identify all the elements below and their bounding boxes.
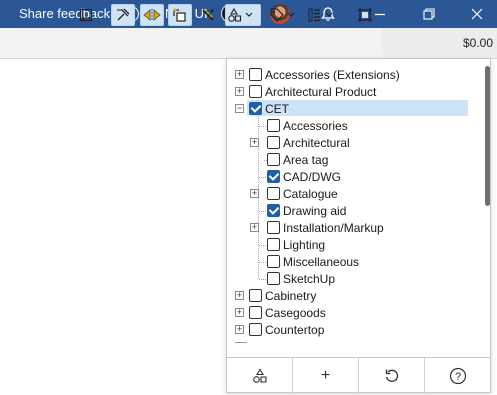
checkbox[interactable] xyxy=(267,238,280,251)
checkbox[interactable] xyxy=(267,221,280,234)
collapse-toggle[interactable]: − xyxy=(235,104,244,113)
checkbox[interactable] xyxy=(249,289,262,302)
tree-item-label[interactable]: Miscellaneous xyxy=(283,255,359,269)
checkbox[interactable] xyxy=(267,187,280,200)
total-price: $0.00 xyxy=(462,36,493,50)
expand-toggle[interactable]: + xyxy=(235,291,244,300)
help-icon: ? xyxy=(449,367,466,384)
expand-toggle[interactable]: + xyxy=(235,308,244,317)
book-icon[interactable] xyxy=(75,4,97,26)
reset-button[interactable] xyxy=(359,358,425,393)
measure-tool-icon[interactable] xyxy=(197,4,219,26)
crop-frame-icon[interactable] xyxy=(354,4,376,26)
expand-toggle[interactable]: + xyxy=(250,138,259,147)
help-button[interactable]: ? xyxy=(425,358,490,393)
expand-toggle[interactable]: + xyxy=(250,223,259,232)
tree-item-label[interactable]: Casegoods xyxy=(265,306,326,320)
tree-guide xyxy=(259,279,266,280)
checkbox[interactable] xyxy=(267,272,280,285)
checkbox[interactable] xyxy=(249,102,262,115)
tree-item-label[interactable]: Countertop xyxy=(265,323,324,337)
tree-item-label[interactable]: CET xyxy=(265,102,289,116)
rotate-corner-icon[interactable] xyxy=(168,4,192,26)
tree-guide xyxy=(259,177,266,178)
tree-item-label[interactable]: Accessories (Extensions) xyxy=(265,68,400,82)
tree-item-label[interactable]: Catalogue xyxy=(283,187,338,201)
tree-item-label[interactable]: Accessories xyxy=(283,119,348,133)
checkbox[interactable] xyxy=(267,153,280,166)
checkbox[interactable] xyxy=(267,119,280,132)
tree-guide xyxy=(259,245,266,246)
tree-item-label[interactable]: Architectural xyxy=(283,136,350,150)
checkbox[interactable] xyxy=(267,204,280,217)
tree-item-label[interactable]: Drawing aid xyxy=(283,204,346,218)
reset-icon xyxy=(385,369,398,382)
mirror-icon[interactable] xyxy=(140,4,164,26)
checkbox[interactable] xyxy=(267,170,280,183)
tree-guide xyxy=(259,262,266,263)
svg-text:?: ? xyxy=(454,371,460,383)
shapes-button[interactable] xyxy=(227,358,293,393)
tree-item-label[interactable]: CAD/DWG xyxy=(283,170,341,184)
checkbox[interactable] xyxy=(267,136,280,149)
checkbox[interactable] xyxy=(249,68,262,81)
tree-item-label[interactable]: Installation/Markup xyxy=(283,221,384,235)
scrollbar[interactable] xyxy=(485,66,490,206)
next-row-peek xyxy=(235,342,247,345)
filter-actions-bar: + ? xyxy=(227,357,490,393)
add-icon: + xyxy=(320,366,331,384)
checkbox[interactable] xyxy=(249,306,262,319)
tree-item-label[interactable]: SketchUp xyxy=(283,272,335,286)
add-button[interactable]: + xyxy=(293,358,359,393)
tree-item-label[interactable]: Lighting xyxy=(283,238,325,252)
list-icon[interactable] xyxy=(305,4,341,26)
expand-toggle[interactable]: + xyxy=(235,87,244,96)
checkbox[interactable] xyxy=(249,85,262,98)
checkbox[interactable] xyxy=(249,323,262,336)
tag-icon[interactable] xyxy=(267,4,303,26)
shapes-filter-icon[interactable] xyxy=(225,4,261,26)
shapes-icon xyxy=(252,367,267,383)
tree-item-label[interactable]: Architectural Product xyxy=(265,85,376,99)
expand-toggle[interactable]: + xyxy=(250,189,259,198)
restore-icon[interactable] xyxy=(419,4,439,24)
tree-guide xyxy=(259,211,266,212)
tree-guide xyxy=(259,126,266,127)
expand-toggle[interactable]: + xyxy=(235,70,244,79)
tree-item-label[interactable]: Cabinetry xyxy=(265,289,316,303)
checkbox[interactable] xyxy=(267,255,280,268)
close-icon[interactable] xyxy=(467,4,487,24)
expand-toggle[interactable]: + xyxy=(235,325,244,334)
pin-tool-icon[interactable] xyxy=(111,4,135,26)
tree-item-label[interactable]: Area tag xyxy=(283,153,328,167)
